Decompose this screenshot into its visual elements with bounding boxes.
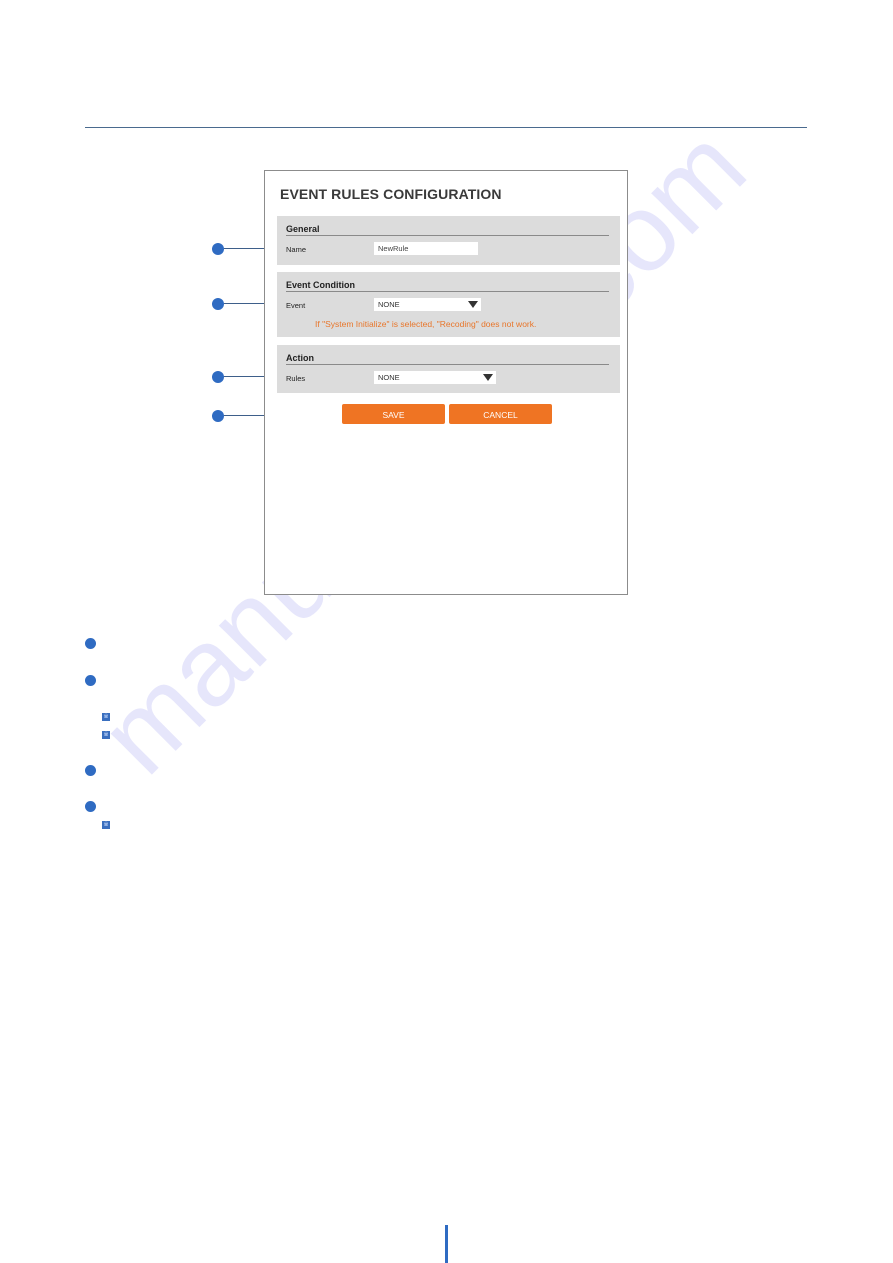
description-marker-1 bbox=[85, 638, 96, 649]
callout-marker-4 bbox=[212, 410, 224, 422]
dropdown-arrow-icon bbox=[468, 301, 478, 308]
section-heading-event-condition: Event Condition bbox=[286, 280, 609, 292]
warning-text: If "System Initialize" is selected, "Rec… bbox=[315, 319, 537, 329]
section-event-condition: Event Condition Event NONE If "System In… bbox=[277, 272, 620, 337]
cancel-button[interactable]: CANCEL bbox=[449, 404, 552, 424]
description-marker-3 bbox=[85, 765, 96, 776]
callout-marker-1 bbox=[212, 243, 224, 255]
note-icon: ※ bbox=[102, 821, 110, 829]
section-general: General Name bbox=[277, 216, 620, 265]
event-select-value: NONE bbox=[378, 300, 400, 309]
description-marker-4 bbox=[85, 801, 96, 812]
section-heading-general: General bbox=[286, 224, 609, 236]
callout-marker-2 bbox=[212, 298, 224, 310]
event-rules-panel: EVENT RULES CONFIGURATION General Name E… bbox=[264, 170, 628, 595]
note-icon: ※ bbox=[102, 713, 110, 721]
description-marker-2 bbox=[85, 675, 96, 686]
dropdown-arrow-icon bbox=[483, 374, 493, 381]
rules-select[interactable]: NONE bbox=[374, 371, 496, 384]
header-rule bbox=[85, 127, 807, 128]
event-label: Event bbox=[286, 301, 306, 310]
name-label: Name bbox=[286, 245, 307, 254]
event-select[interactable]: NONE bbox=[374, 298, 481, 311]
section-action: Action Rules NONE bbox=[277, 345, 620, 393]
rules-label: Rules bbox=[286, 374, 306, 383]
callout-marker-3 bbox=[212, 371, 224, 383]
page-footer-marker bbox=[445, 1225, 448, 1263]
page-title: EVENT RULES CONFIGURATION bbox=[280, 186, 502, 202]
note-icon: ※ bbox=[102, 731, 110, 739]
save-button[interactable]: SAVE bbox=[342, 404, 445, 424]
name-input[interactable] bbox=[374, 242, 478, 255]
rules-select-value: NONE bbox=[378, 373, 400, 382]
section-heading-action: Action bbox=[286, 353, 609, 365]
